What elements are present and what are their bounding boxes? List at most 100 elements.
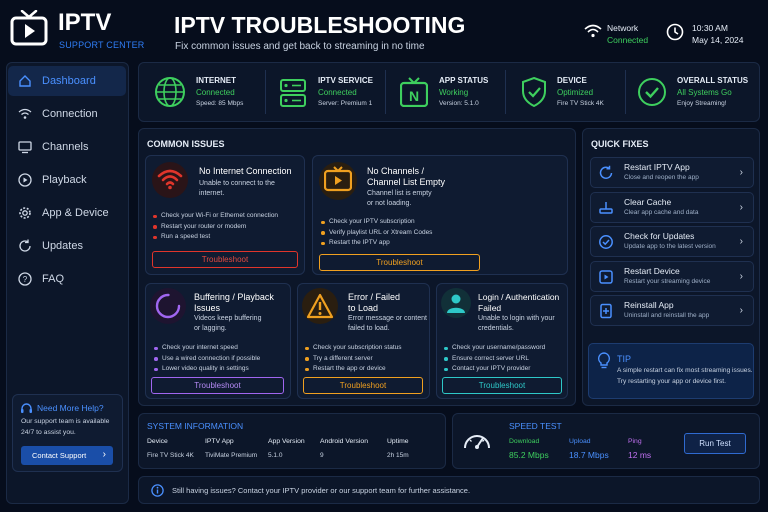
status-value: All Systems Go xyxy=(677,88,732,97)
issue-steps: Check your IPTV subscription Verify play… xyxy=(320,217,432,249)
issue-step: Ensure correct server URL xyxy=(443,354,545,365)
issue-desc: internet. xyxy=(199,190,225,197)
sidebar-item-label: Dashboard xyxy=(42,75,96,87)
tv-logo-icon xyxy=(10,9,48,46)
issue-step: Try a different server xyxy=(304,354,402,365)
status-divider xyxy=(625,70,626,114)
status-label: OVERALL STATUS xyxy=(677,76,749,85)
sysinfo-value: TiviMate Premium xyxy=(205,452,258,459)
tip-line: A simple restart can fix most streaming … xyxy=(617,367,753,374)
reinstall-icon xyxy=(600,303,612,319)
question-icon: ? xyxy=(18,272,32,286)
quick-fix-sub: Restart your streaming device xyxy=(624,278,711,285)
issue-title: Failed xyxy=(478,303,502,313)
tip-title: TIP xyxy=(617,354,632,364)
status-value: Working xyxy=(439,88,469,97)
sidebar-item-label: Playback xyxy=(42,174,87,186)
clock-icon xyxy=(666,23,684,41)
shield-check-icon xyxy=(522,77,546,107)
sidebar-item-faq[interactable]: ? FAQ xyxy=(8,264,126,294)
quick-fix-title: Check for Updates xyxy=(624,231,695,241)
chevron-right-icon: › xyxy=(739,236,743,247)
sidebar-item-updates[interactable]: Updates xyxy=(8,231,126,261)
sidebar-item-app-device[interactable]: App & Device xyxy=(8,198,126,228)
status-label: IPTV SERVICE xyxy=(318,76,373,85)
issue-desc: or lagging. xyxy=(194,325,227,332)
issue-step: Use a wired connection if possible xyxy=(153,354,260,365)
download-value: 85.2 Mbps xyxy=(509,450,549,460)
quick-fix-title: Clear Cache xyxy=(624,197,672,207)
issue-step: Check your IPTV subscription xyxy=(320,217,432,228)
headset-icon xyxy=(21,403,32,413)
troubleshoot-button[interactable]: Troubleshoot xyxy=(151,377,284,394)
issue-desc: Unable to login with your xyxy=(478,315,555,322)
ping-label: Ping xyxy=(628,438,642,445)
quick-fix-restart-device[interactable]: Restart Device Restart your streaming de… xyxy=(590,261,754,292)
troubleshoot-button[interactable]: Troubleshoot xyxy=(442,377,562,394)
contact-support-button[interactable]: Contact Support › xyxy=(21,446,113,465)
sidebar-item-connection[interactable]: Connection xyxy=(8,99,126,129)
upload-label: Upload xyxy=(569,438,591,445)
tip-line: Try restarting your app or device first. xyxy=(617,378,726,385)
network-label: Network xyxy=(607,23,639,33)
tv-play-icon xyxy=(324,166,352,192)
status-value: Connected xyxy=(318,88,357,97)
quick-fix-check-updates[interactable]: Check for Updates Update app to the late… xyxy=(590,226,754,257)
gear-icon xyxy=(19,207,31,219)
section-title: COMMON ISSUES xyxy=(147,139,225,149)
quick-fix-reinstall-app[interactable]: Reinstall App Uninstall and reinstall th… xyxy=(590,295,754,326)
status-iptv-service: IPTV SERVICE Connected Server: Premium 1 xyxy=(318,76,373,107)
issue-title: Login / Authentication xyxy=(478,292,560,302)
network-state: Connected xyxy=(607,35,649,45)
wifi-icon xyxy=(157,169,183,190)
status-divider xyxy=(265,70,266,114)
status-value: Optimized xyxy=(557,88,594,97)
section-title: QUICK FIXES xyxy=(591,139,649,149)
footer-text: Still having issues? Contact your IPTV p… xyxy=(172,486,471,495)
sidebar-item-label: App & Device xyxy=(42,207,109,219)
status-label: DEVICE xyxy=(557,76,587,85)
chevron-right-icon: › xyxy=(739,305,743,316)
quick-fix-restart-app[interactable]: Restart IPTV App Close and reopen the ap… xyxy=(590,157,754,188)
quick-fix-sub: Uninstall and reinstall the app xyxy=(624,312,710,319)
troubleshoot-button[interactable]: Troubleshoot xyxy=(303,377,423,394)
issue-title: Error / Failed xyxy=(348,292,401,302)
page-subtitle: Fix common issues and get back to stream… xyxy=(175,41,425,52)
status-overall: OVERALL STATUS All Systems Go Enjoy Stre… xyxy=(677,76,748,107)
warning-icon xyxy=(306,293,334,319)
sidebar-item-channels[interactable]: Channels xyxy=(8,132,126,162)
issue-desc: Videos keep buffering xyxy=(194,315,262,322)
chevron-right-icon: › xyxy=(102,449,106,460)
status-label: INTERNET xyxy=(196,76,236,85)
sidebar-item-label: FAQ xyxy=(42,273,65,285)
troubleshoot-button[interactable]: Troubleshoot xyxy=(152,251,298,268)
quick-fix-clear-cache[interactable]: Clear Cache Clear app cache and data › xyxy=(590,192,754,223)
issue-desc: credentials. xyxy=(478,325,514,332)
sidebar-item-playback[interactable]: Playback xyxy=(8,165,126,195)
clock-date: May 14, 2024 xyxy=(692,35,744,45)
broom-icon xyxy=(599,202,613,214)
brand-sub: SUPPORT CENTER xyxy=(59,40,145,50)
user-icon xyxy=(447,294,465,313)
issue-title: Buffering / Playback xyxy=(194,292,274,302)
app-tv-icon: N xyxy=(400,77,428,107)
status-divider xyxy=(505,70,506,114)
run-test-button[interactable]: Run Test xyxy=(684,433,746,454)
sidebar-item-label: Channels xyxy=(42,141,89,153)
issue-step: Restart your router or modem xyxy=(152,222,278,233)
lightbulb-icon xyxy=(597,352,611,369)
sidebar-item-label: Updates xyxy=(42,240,83,252)
troubleshoot-button[interactable]: Troubleshoot xyxy=(319,254,480,271)
issue-title: to Load xyxy=(348,303,379,313)
sidebar-item-dashboard[interactable]: Dashboard xyxy=(8,66,126,96)
quick-fix-sub: Update app to the latest version xyxy=(624,243,716,250)
quick-fix-title: Reinstall App xyxy=(624,300,674,310)
sysinfo-label: App Version xyxy=(268,438,305,445)
issue-steps: Check your subscription status Try a dif… xyxy=(304,343,402,375)
issue-desc: or not loading. xyxy=(367,200,412,207)
contact-support-label: Contact Support xyxy=(32,451,87,460)
chevron-right-icon: › xyxy=(739,202,743,213)
ping-value: 12 ms xyxy=(628,450,652,460)
issue-step: Lower video quality in settings xyxy=(153,364,260,375)
tv-icon xyxy=(18,141,32,154)
